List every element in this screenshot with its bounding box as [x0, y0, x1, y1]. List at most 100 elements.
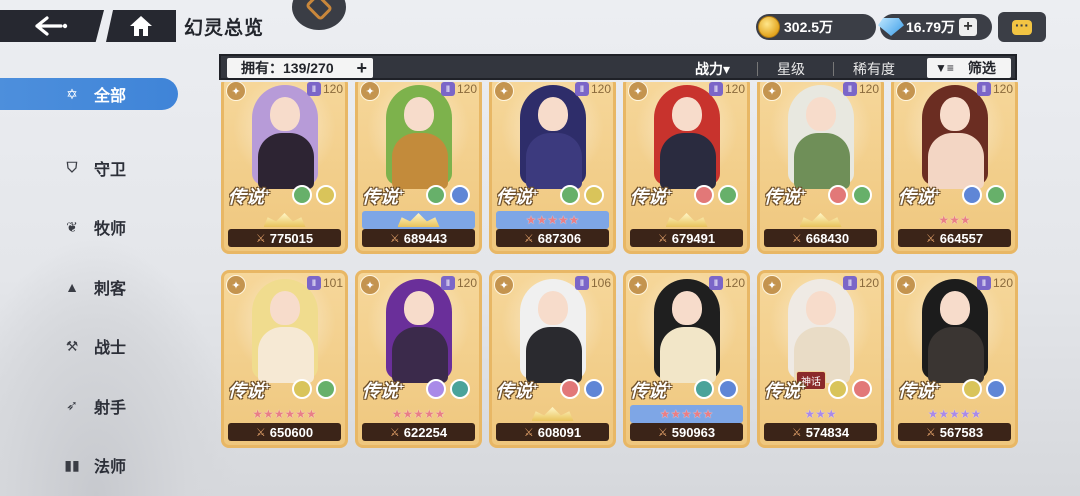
power-bar: ⚔ 664557	[898, 229, 1011, 247]
book-icon: ▮▮	[64, 456, 80, 473]
crossed-swords-icon: ⚔	[523, 232, 534, 245]
power-bar: ⚔ 687306	[496, 229, 609, 247]
hero-card[interactable]: ✦ Ⅱ 120 传说+ ★★★ ⚔ 664557	[891, 82, 1018, 254]
class-icon: ✦	[360, 275, 380, 295]
hero-card[interactable]: ✦ Ⅱ 120 神话 传说+ ★★★ ⚔ 574834	[757, 270, 884, 448]
power-bar: ⚔ 608091	[496, 423, 609, 441]
rarity-text: 传说	[228, 187, 264, 207]
axe-icon: ⚒	[65, 337, 79, 354]
card-top-icons: ✦ Ⅱ 120	[762, 275, 879, 295]
filter-bar: 拥有：139/270 + 战力▾ 星级 稀有度 ▼≡ 筛选	[219, 54, 1017, 80]
level-value: 120	[858, 82, 879, 96]
gem-amount: 16.79万	[906, 19, 956, 35]
hero-art	[392, 327, 448, 383]
rarity-label: 传说+	[764, 381, 806, 401]
rarity-text: 传说	[630, 381, 666, 401]
card-top-icons: ✦ Ⅱ 120	[494, 82, 611, 101]
game-logo-icon	[292, 0, 346, 30]
element-icon	[828, 379, 848, 399]
sort-rarity-button[interactable]: 稀有度	[853, 59, 895, 79]
hero-art	[270, 291, 300, 325]
star-row	[630, 211, 743, 229]
power-bar: ⚔ 574834	[764, 423, 877, 441]
star-row	[764, 211, 877, 229]
sidebar-item-priest[interactable]: ❦ 牧师	[0, 198, 180, 258]
star-row: ★★★★★	[630, 405, 743, 423]
level-value: 120	[858, 276, 879, 290]
level-icon: Ⅱ	[708, 276, 723, 290]
star-rating: ★★★★★	[927, 407, 982, 421]
power-bar: ⚔ 775015	[228, 229, 341, 247]
level-value: 120	[590, 82, 611, 96]
sidebar-item-mage[interactable]: ▮▮ 法师	[0, 436, 180, 496]
rarity-label: 传说+	[898, 187, 940, 207]
hero-card[interactable]: ✦ Ⅱ 120 传说+ ★★★★★ ⚔ 622254	[355, 270, 482, 448]
sort-power-button[interactable]: 战力▾	[695, 59, 730, 79]
hero-card[interactable]: ✦ Ⅱ 120 传说+ ⚔ 775015	[221, 82, 348, 254]
class-icon: ✦	[628, 275, 648, 295]
class-icon: ✦	[762, 82, 782, 101]
power-value: 590963	[671, 424, 716, 440]
hero-art	[940, 291, 970, 325]
element-icon	[292, 379, 312, 399]
rarity-text: 传说	[898, 187, 934, 207]
sidebar-item-assassin[interactable]: ▲ 刺客	[0, 257, 180, 317]
sidebar-item-warrior[interactable]: ⚒ 战士	[0, 317, 180, 377]
class-icon: ✦	[494, 82, 514, 101]
class-icon: ✦	[896, 275, 916, 295]
sort-star-button[interactable]: 星级	[777, 59, 805, 79]
element-icon	[292, 185, 312, 205]
level-pill: Ⅱ 120	[574, 82, 611, 96]
element-icon	[694, 185, 714, 205]
back-button[interactable]	[0, 10, 104, 42]
star-rating: ★★★	[938, 213, 971, 227]
hero-card[interactable]: ✦ Ⅱ 101 传说+ ★★★★★★ ⚔ 650600	[221, 270, 348, 448]
crossed-swords-icon: ⚔	[925, 426, 936, 439]
level-pill: Ⅱ 120	[708, 276, 745, 290]
owned-count-box[interactable]: 拥有：139/270 +	[227, 58, 373, 78]
chat-button[interactable]	[998, 12, 1046, 42]
hero-card[interactable]: ✦ Ⅱ 120 传说+ ⚔ 668430	[757, 82, 884, 254]
coin-icon	[758, 16, 780, 38]
level-icon: Ⅱ	[574, 82, 589, 96]
chat-bubble-icon	[1012, 17, 1032, 35]
sidebar-item-all[interactable]: ✡ 全部	[0, 78, 178, 110]
bow-icon: ➶	[66, 397, 78, 414]
owned-count: 拥有：139/270	[241, 60, 334, 76]
wings-icon: ❦	[66, 218, 78, 235]
star-row	[228, 211, 341, 229]
hero-art	[660, 327, 716, 383]
element-icon	[852, 379, 872, 399]
power-value: 622254	[403, 424, 448, 440]
crossed-swords-icon: ⚔	[791, 232, 802, 245]
hero-card[interactable]: ✦ Ⅱ 120 传说+ ★★★★★ ⚔ 687306	[489, 82, 616, 254]
top-bar: 幻灵总览 302.5万 16.79万 +	[0, 0, 1080, 46]
hero-card[interactable]: ✦ Ⅱ 106 传说+ ⚔ 608091	[489, 270, 616, 448]
card-top-icons: ✦ Ⅱ 120	[226, 82, 343, 101]
level-icon: Ⅱ	[842, 82, 857, 96]
sidebar-item-archer[interactable]: ➶ 射手	[0, 376, 180, 436]
star-rating: ★★★★★★	[252, 407, 317, 421]
sidebar-item-guardian[interactable]: ⛉ 守卫	[0, 138, 180, 198]
power-value: 689443	[403, 230, 448, 246]
gem-currency[interactable]: 16.79万 +	[878, 14, 992, 40]
rarity-text: 传说	[362, 187, 398, 207]
add-gems-button[interactable]: +	[959, 18, 978, 36]
hero-card[interactable]: ✦ Ⅱ 120 传说+ ★★★★★ ⚔ 590963	[623, 270, 750, 448]
home-button[interactable]	[106, 10, 176, 42]
hero-card[interactable]: ✦ Ⅱ 120 传说+ ⚔ 679491	[623, 82, 750, 254]
star-rating: ★★★★★	[525, 213, 580, 227]
power-value: 567583	[939, 424, 984, 440]
hero-card[interactable]: ✦ Ⅱ 120 传说+ ⚔ 689443	[355, 82, 482, 254]
level-value: 120	[992, 82, 1013, 96]
card-top-icons: ✦ Ⅱ 120	[628, 275, 745, 295]
expand-capacity-button[interactable]: +	[356, 59, 367, 77]
gold-currency[interactable]: 302.5万	[756, 14, 876, 40]
filter-button[interactable]: ▼≡ 筛选	[927, 58, 1011, 78]
class-icon: ✦	[896, 82, 916, 101]
level-icon: Ⅱ	[440, 82, 455, 96]
star-rating: ★★★★★	[659, 407, 714, 421]
power-value: 668430	[805, 230, 850, 246]
hero-card[interactable]: ✦ Ⅱ 120 传说+ ★★★★★ ⚔ 567583	[891, 270, 1018, 448]
card-top-icons: ✦ Ⅱ 120	[896, 275, 1013, 295]
